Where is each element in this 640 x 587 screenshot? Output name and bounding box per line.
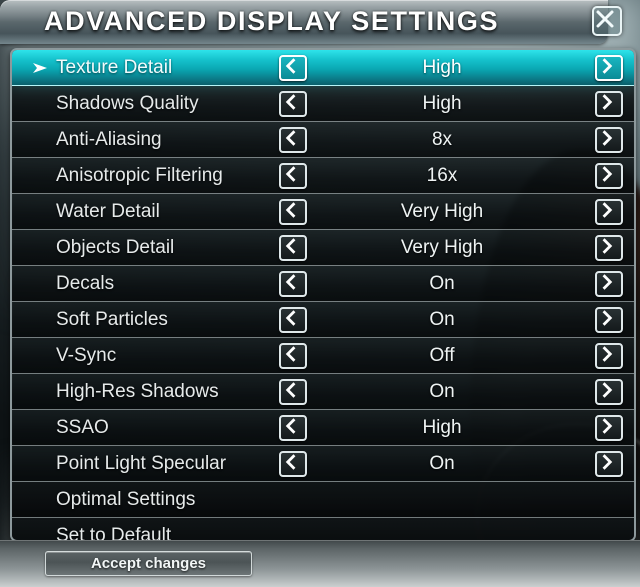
settings-panel: Texture Detail High Shadows Quality High Ant… — [10, 48, 636, 542]
chevron-left-icon — [281, 453, 305, 471]
decrease-value-button[interactable] — [279, 450, 307, 477]
settings-row-label: SSAO — [56, 416, 109, 438]
settings-row-value: High — [422, 416, 462, 438]
settings-row[interactable]: V-Sync Off — [12, 338, 634, 374]
settings-row[interactable]: Soft Particles On — [12, 302, 634, 338]
page-title: ADVANCED DISPLAY SETTINGS — [44, 6, 500, 36]
chevron-left-icon — [281, 57, 305, 75]
accept-changes-button[interactable]: Accept changes — [45, 551, 252, 576]
chevron-left-icon — [281, 237, 305, 255]
arrow-right-marker-icon — [32, 60, 54, 76]
decrease-value-button[interactable] — [279, 270, 307, 297]
chevron-right-icon — [597, 129, 621, 147]
settings-row-label: Decals — [56, 272, 115, 294]
decrease-value-button[interactable] — [279, 126, 307, 153]
chevron-right-icon — [597, 57, 621, 75]
settings-row[interactable]: Texture Detail High — [12, 50, 634, 86]
chevron-left-icon — [281, 201, 305, 219]
settings-row-label: Water Detail — [56, 200, 160, 222]
settings-row-value: High — [422, 92, 462, 114]
chevron-right-icon — [597, 417, 621, 435]
increase-value-button[interactable] — [595, 270, 623, 297]
settings-row-label: Point Light Specular — [56, 452, 227, 474]
footer-bar: Accept changes — [0, 540, 640, 587]
decrease-value-button[interactable] — [279, 54, 307, 81]
settings-row-value: Very High — [400, 236, 484, 258]
increase-value-button[interactable] — [595, 126, 623, 153]
settings-row[interactable]: Anti-Aliasing 8x — [12, 122, 634, 158]
decrease-value-button[interactable] — [279, 342, 307, 369]
increase-value-button[interactable] — [595, 234, 623, 261]
chevron-right-icon — [597, 201, 621, 219]
chevron-right-icon — [597, 309, 621, 327]
close-x-icon — [594, 8, 620, 30]
settings-row-label: Objects Detail — [56, 236, 175, 258]
chevron-left-icon — [281, 381, 305, 399]
settings-row[interactable]: Optimal Settings — [12, 482, 634, 518]
increase-value-button[interactable] — [595, 450, 623, 477]
settings-row-value: 16x — [426, 164, 458, 186]
decrease-value-button[interactable] — [279, 162, 307, 189]
decrease-value-button[interactable] — [279, 234, 307, 261]
settings-row-value: High — [422, 56, 462, 78]
increase-value-button[interactable] — [595, 198, 623, 225]
settings-row-value: On — [429, 380, 455, 402]
settings-row[interactable]: SSAO High — [12, 410, 634, 446]
chevron-right-icon — [597, 237, 621, 255]
chevron-left-icon — [281, 309, 305, 327]
settings-row[interactable]: Water Detail Very High — [12, 194, 634, 230]
decrease-value-button[interactable] — [279, 414, 307, 441]
decrease-value-button[interactable] — [279, 198, 307, 225]
settings-row-label: Anti-Aliasing — [56, 128, 162, 150]
settings-row[interactable]: Decals On — [12, 266, 634, 302]
chevron-left-icon — [281, 273, 305, 291]
settings-row-value: On — [429, 272, 455, 294]
increase-value-button[interactable] — [595, 90, 623, 117]
title-bar: ADVANCED DISPLAY SETTINGS — [0, 0, 608, 44]
chevron-right-icon — [597, 345, 621, 363]
settings-row-value: On — [429, 308, 455, 330]
settings-row-value: Off — [429, 344, 455, 366]
settings-row-value: On — [429, 452, 455, 474]
increase-value-button[interactable] — [595, 378, 623, 405]
settings-row[interactable]: High-Res Shadows On — [12, 374, 634, 410]
increase-value-button[interactable] — [595, 342, 623, 369]
settings-row-label: Anisotropic Filtering — [56, 164, 223, 186]
increase-value-button[interactable] — [595, 162, 623, 189]
chevron-right-icon — [597, 381, 621, 399]
decrease-value-button[interactable] — [279, 378, 307, 405]
chevron-left-icon — [281, 417, 305, 435]
settings-row-value: Very High — [400, 200, 484, 222]
chevron-left-icon — [281, 165, 305, 183]
settings-row[interactable]: Shadows Quality High — [12, 86, 634, 122]
chevron-left-icon — [281, 345, 305, 363]
increase-value-button[interactable] — [595, 414, 623, 441]
chevron-left-icon — [281, 129, 305, 147]
settings-row-value: 8x — [431, 128, 453, 150]
settings-row[interactable]: Objects Detail Very High — [12, 230, 634, 266]
increase-value-button[interactable] — [595, 54, 623, 81]
settings-row[interactable]: Set to Default — [12, 518, 634, 540]
settings-row[interactable]: Point Light Specular On — [12, 446, 634, 482]
settings-row-label: High-Res Shadows — [56, 380, 219, 402]
settings-row-label: V-Sync — [56, 344, 117, 366]
increase-value-button[interactable] — [595, 306, 623, 333]
settings-row-label: Optimal Settings — [56, 488, 196, 510]
chevron-right-icon — [597, 453, 621, 471]
chevron-right-icon — [597, 273, 621, 291]
settings-row-label: Shadows Quality — [56, 92, 199, 114]
decrease-value-button[interactable] — [279, 306, 307, 333]
settings-row-list: Texture Detail High Shadows Quality High Ant… — [12, 50, 634, 540]
settings-row-label: Soft Particles — [56, 308, 168, 330]
chevron-left-icon — [281, 93, 305, 111]
chevron-right-icon — [597, 165, 621, 183]
decrease-value-button[interactable] — [279, 90, 307, 117]
chevron-right-icon — [597, 93, 621, 111]
close-button[interactable] — [592, 6, 622, 36]
settings-row[interactable]: Anisotropic Filtering 16x — [12, 158, 634, 194]
settings-row-label: Texture Detail — [56, 56, 173, 78]
